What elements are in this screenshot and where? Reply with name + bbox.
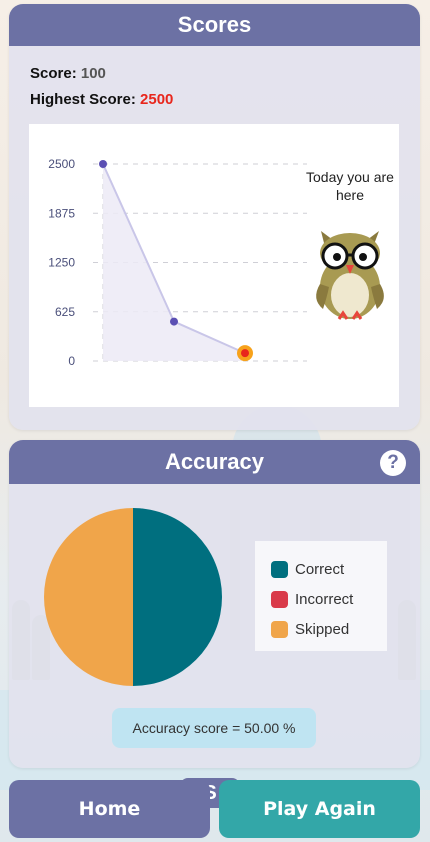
pie-slice-correct [133, 508, 222, 686]
today-you-are-here-label: Today you are here [306, 169, 394, 203]
owl-mascot-icon [316, 231, 384, 320]
legend-swatch-skipped [271, 620, 288, 638]
legend-label-skipped: Skipped [295, 620, 350, 638]
accuracy-title-bar: Accuracy ? [9, 440, 420, 484]
current-score-point [241, 349, 249, 358]
highest-score-value: 2500 [140, 91, 174, 108]
y-tick-label: 2500 [48, 157, 75, 171]
legend-item-skipped: Skipped [271, 614, 387, 644]
help-icon[interactable]: ? [380, 450, 406, 476]
score-label: Score: [30, 65, 77, 82]
score-point [170, 317, 178, 326]
play-again-button[interactable]: Play Again [219, 780, 420, 838]
accuracy-title: Accuracy [164, 449, 265, 474]
legend-item-correct: Correct [271, 554, 387, 584]
legend-swatch-incorrect [271, 590, 288, 608]
accuracy-card: Accuracy ? Correct Incorrect Skipped Acc… [9, 440, 420, 768]
score-row: Score: 100 [30, 65, 106, 82]
score-history-chart: 2500 1875 1250 625 0 Today you are here [29, 124, 399, 407]
scores-title: Scores [9, 4, 420, 46]
score-point [99, 160, 107, 168]
highest-score-label: Highest Score: [30, 91, 136, 108]
y-tick-label: 0 [68, 354, 75, 368]
y-tick-label: 1250 [48, 256, 75, 270]
accuracy-legend: Correct Incorrect Skipped [255, 541, 387, 651]
pie-slice-skipped [44, 508, 133, 686]
y-tick-label: 1875 [48, 206, 75, 220]
accuracy-score-badge: Accuracy score = 50.00 % [112, 708, 316, 748]
score-value: 100 [80, 65, 106, 82]
legend-item-incorrect: Incorrect [271, 584, 387, 614]
legend-label-correct: Correct [295, 560, 345, 578]
legend-label-incorrect: Incorrect [295, 590, 354, 608]
y-tick-label: 625 [55, 305, 75, 319]
home-button[interactable]: Home [9, 780, 210, 838]
legend-swatch-correct [271, 560, 288, 578]
accuracy-pie-chart [44, 508, 222, 686]
scores-card: Scores Score: 100 Highest Score: 2500 25… [9, 4, 420, 430]
highest-score-row: Highest Score: 2500 [30, 91, 173, 108]
